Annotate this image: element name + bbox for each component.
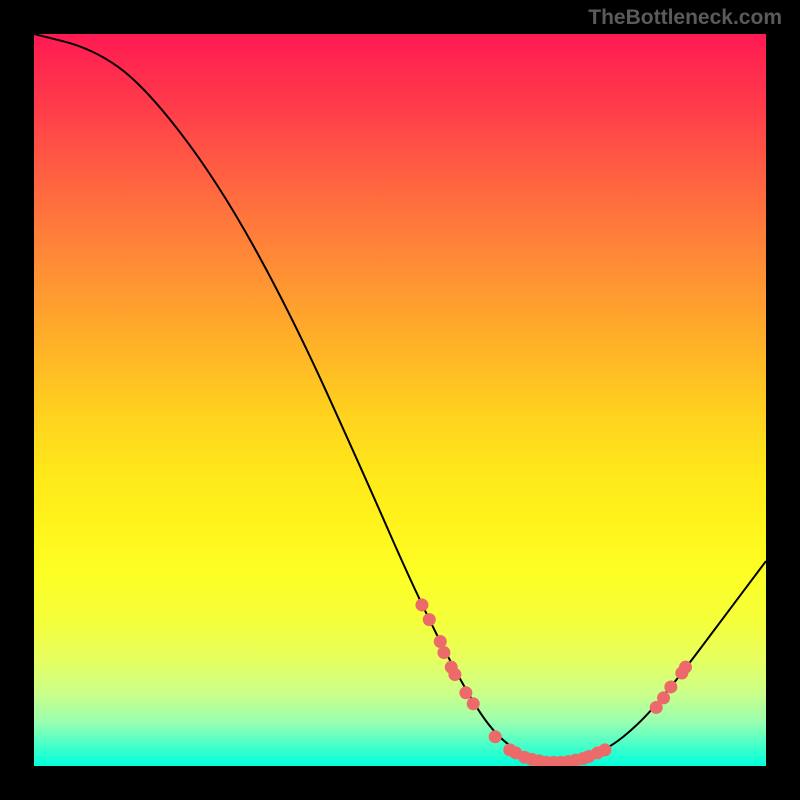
data-point: [467, 697, 480, 710]
data-points: [415, 598, 692, 766]
bottleneck-curve: [34, 34, 766, 761]
watermark-text: TheBottleneck.com: [588, 6, 782, 30]
data-point: [598, 743, 611, 756]
data-point: [448, 668, 461, 681]
data-point: [679, 661, 692, 674]
plot-area: [34, 34, 766, 766]
data-point: [459, 686, 472, 699]
data-point: [415, 598, 428, 611]
data-point: [437, 646, 450, 659]
data-point: [664, 680, 677, 693]
data-point: [657, 691, 670, 704]
data-point: [423, 613, 436, 626]
chart-overlay: [34, 34, 766, 766]
data-point: [489, 730, 502, 743]
